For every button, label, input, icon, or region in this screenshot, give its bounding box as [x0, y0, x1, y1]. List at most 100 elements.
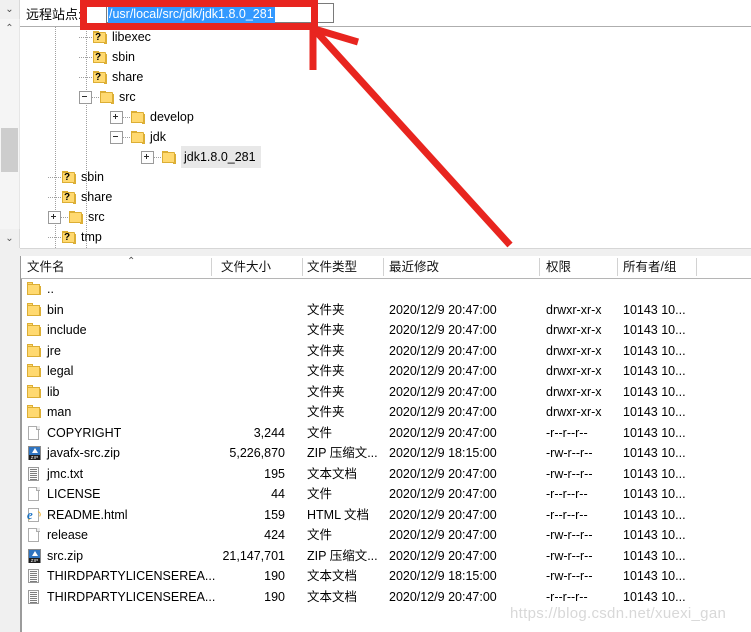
- cell-type: 文件夹: [307, 323, 345, 337]
- tree-item-label: share: [112, 70, 144, 84]
- cell-permissions: drwxr-xr-x: [546, 405, 602, 419]
- cell-modified: 2020/12/9 20:47:00: [389, 425, 497, 440]
- column-divider[interactable]: [696, 258, 697, 276]
- tree-expand-icon[interactable]: [110, 110, 123, 124]
- column-divider[interactable]: [383, 258, 384, 276]
- file-list-header[interactable]: 文件名 ⌃ 文件大小 文件类型 最近修改 权限 所有者/组: [21, 256, 751, 279]
- tree-item-sbin[interactable]: ? sbin: [20, 167, 751, 187]
- cell-permissions: -r--r--r--: [546, 589, 588, 604]
- cell-filename[interactable]: bin: [27, 300, 64, 321]
- file-list-row[interactable]: THIRDPARTYLICENSEREA... 190 文本文档 2020/12/9 …: [21, 587, 751, 608]
- tree-collapse-icon[interactable]: [79, 90, 92, 104]
- column-divider[interactable]: [617, 258, 618, 276]
- file-name-label: bin: [47, 302, 64, 317]
- scroll-down-arrow-icon[interactable]: ⌄: [0, 229, 19, 248]
- tree-expand-icon[interactable]: [48, 210, 61, 224]
- column-divider[interactable]: [539, 258, 540, 276]
- file-list-row[interactable]: jmc.txt 195 文本文档 2020/12/9 20:47:00 -rw-r--r…: [21, 464, 751, 485]
- scroll-up-arrow-icon[interactable]: ⌃: [0, 19, 19, 38]
- column-header-name[interactable]: 文件名: [27, 256, 65, 278]
- cell-modified: 2020/12/9 20:47:00: [389, 405, 497, 419]
- folder-question-icon: ?: [93, 50, 108, 64]
- folder-icon: [69, 210, 84, 224]
- tree-expand-icon[interactable]: [141, 150, 154, 164]
- cell-filename[interactable]: man: [27, 402, 71, 423]
- file-list-row[interactable]: release 424 文件 2020/12/9 20:47:00 -rw-r--r--…: [21, 525, 751, 546]
- remote-site-label: 远程站点:: [26, 7, 82, 22]
- column-divider[interactable]: [211, 258, 212, 276]
- column-header-mod[interactable]: 最近修改: [389, 256, 439, 278]
- file-list-row[interactable]: ZIP src.zip 21,147,701 ZIP 压缩文... 2020/12/9 …: [21, 546, 751, 567]
- cell-type: 文本文档: [307, 466, 358, 481]
- cell-modified: 2020/12/9 20:47:00: [389, 384, 497, 399]
- file-list-row[interactable]: THIRDPARTYLICENSEREA... 190 文本文档 2020/12/9 …: [21, 566, 751, 587]
- file-list-row[interactable]: LICENSE 44 文件 2020/12/9 20:47:00 -r--r--r-- 1…: [21, 484, 751, 505]
- tree-item-libexec[interactable]: ? libexec: [20, 27, 751, 47]
- tree-connector-line: [92, 96, 100, 98]
- cell-filename[interactable]: lib: [27, 382, 60, 403]
- cell-permissions: drwxr-xr-x: [546, 384, 602, 399]
- file-list-row[interactable]: e README.html 159 HTML 文档 2020/12/9 20:47:00…: [21, 505, 751, 526]
- file-list-row[interactable]: jre 文件夹 2020/12/9 20:47:00 drwxr-xr-x 10143 …: [21, 341, 751, 362]
- cell-permissions: drwxr-xr-x: [546, 364, 602, 378]
- outer-vertical-scrollbar[interactable]: ⌄ ⌃ ⌄: [0, 0, 20, 248]
- cell-permissions: -rw-r--r--: [546, 528, 593, 542]
- remote-file-list[interactable]: 文件名 ⌃ 文件大小 文件类型 最近修改 权限 所有者/组 .. bin 文件夹 2020/12/…: [20, 256, 751, 632]
- cell-modified: 2020/12/9 20:47:00: [389, 507, 497, 522]
- tree-item-src[interactable]: src: [20, 87, 751, 107]
- file-list-row[interactable]: ZIP javafx-src.zip 5,226,870 ZIP 压缩文... 2020…: [21, 443, 751, 464]
- tree-collapse-icon[interactable]: [110, 130, 123, 144]
- tree-item-label: sbin: [81, 170, 104, 184]
- cell-filename[interactable]: legal: [27, 361, 73, 382]
- file-list-row[interactable]: bin 文件夹 2020/12/9 20:47:00 drwxr-xr-x 10143 …: [21, 300, 751, 321]
- cell-owner: 10143 10...: [623, 364, 686, 378]
- file-list-row[interactable]: legal 文件夹 2020/12/9 20:47:00 drwxr-xr-x 1014…: [21, 361, 751, 382]
- cell-filename[interactable]: include: [27, 320, 87, 341]
- column-divider[interactable]: [302, 258, 303, 276]
- cell-size: 424: [264, 528, 285, 542]
- tree-item-share[interactable]: ? share: [20, 67, 751, 87]
- cell-permissions: drwxr-xr-x: [546, 323, 602, 337]
- scrollbar-thumb[interactable]: [1, 128, 18, 172]
- scrollbar-track[interactable]: [0, 19, 20, 229]
- cell-type: 文本文档: [307, 589, 358, 604]
- panel-collapse-chevron-icon[interactable]: ⌄: [0, 0, 19, 20]
- cell-owner: 10143 10...: [623, 487, 686, 501]
- tree-item-label: share: [81, 190, 113, 204]
- folder-question-icon: ?: [62, 230, 77, 244]
- folder-icon: [27, 302, 42, 318]
- column-header-size[interactable]: 文件大小: [221, 256, 271, 278]
- file-name-label: man: [47, 405, 72, 419]
- remote-directory-tree[interactable]: ? libexec? sbin? share src develop jdk jdk1.8.0…: [20, 27, 751, 248]
- tree-item-sbin[interactable]: ? sbin: [20, 47, 751, 67]
- folder-icon: [27, 322, 42, 338]
- cell-type: 文件夹: [307, 302, 345, 317]
- cell-modified: 2020/12/9 20:47:00: [389, 589, 497, 604]
- cell-filename[interactable]: jre: [27, 341, 61, 362]
- cell-size: 190: [264, 569, 285, 583]
- tree-item-jdk[interactable]: jdk: [20, 127, 751, 147]
- tree-item-jdk1.8.0_281[interactable]: jdk1.8.0_281: [20, 146, 751, 168]
- folder-icon: [27, 384, 42, 400]
- file-list-row[interactable]: lib 文件夹 2020/12/9 20:47:00 drwxr-xr-x 10143 …: [21, 382, 751, 403]
- file-list-row[interactable]: COPYRIGHT 3,244 文件 2020/12/9 20:47:00 -r--r-…: [21, 423, 751, 444]
- cell-owner: 10143 10...: [623, 446, 686, 460]
- folder-icon: [27, 404, 42, 420]
- tree-item-develop[interactable]: develop: [20, 107, 751, 127]
- cell-modified: 2020/12/9 20:47:00: [389, 343, 497, 358]
- column-header-own[interactable]: 所有者/组: [623, 256, 676, 278]
- file-list-row[interactable]: ..: [21, 279, 751, 300]
- tree-item-share[interactable]: ? share: [20, 187, 751, 207]
- tree-connector-line: [48, 196, 62, 198]
- file-list-row[interactable]: man 文件夹 2020/12/9 20:47:00 drwxr-xr-x 10143 …: [21, 402, 751, 423]
- filezilla-remote-panel: ⌄ ⌃ ⌄ 远程站点: /usr/local/src/jdk/jdk1.8.0_…: [0, 0, 751, 632]
- tree-item-src[interactable]: src: [20, 207, 751, 227]
- cell-modified: 2020/12/9 20:47:00: [389, 364, 497, 378]
- tree-item-tmp[interactable]: ? tmp: [20, 227, 751, 247]
- file-list-row[interactable]: include 文件夹 2020/12/9 20:47:00 drwxr-xr-x 10…: [21, 320, 751, 341]
- tree-item-label: jdk1.8.0_281: [181, 146, 261, 168]
- column-header-perm[interactable]: 权限: [546, 256, 571, 278]
- tree-connector-line: [123, 116, 131, 118]
- column-header-type[interactable]: 文件类型: [307, 256, 357, 278]
- cell-filename[interactable]: ..: [27, 279, 54, 300]
